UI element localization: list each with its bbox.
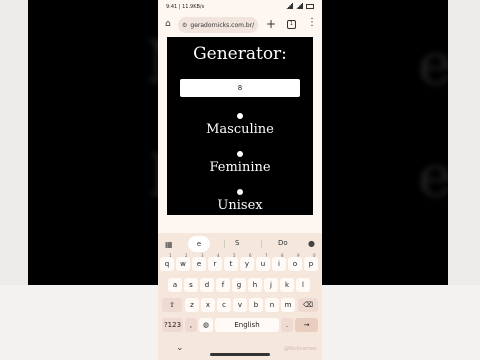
key-e[interactable]: e <box>192 257 206 271</box>
battery-icon <box>306 3 314 9</box>
key-b[interactable]: b <box>249 298 263 312</box>
shift-key[interactable]: ⇧ <box>162 298 182 312</box>
number-hint: 1 <box>169 253 172 258</box>
tab-switcher-icon[interactable]: 1 <box>287 20 296 29</box>
apps-grid-icon[interactable]: ▦ <box>165 240 173 249</box>
key-j[interactable]: j <box>264 278 278 292</box>
key-h[interactable]: h <box>248 278 262 292</box>
globe-key[interactable]: ◍ <box>199 318 213 332</box>
bullet-icon <box>237 113 243 119</box>
number-hint: 8 <box>281 253 284 258</box>
option-unisex[interactable]: Unisex <box>167 189 313 215</box>
key-m[interactable]: m <box>281 298 295 312</box>
key-row-2: asdfghjkl <box>158 278 322 295</box>
web-content: Generator: 8 Masculine Feminine Unisex <box>167 37 313 215</box>
key-z[interactable]: z <box>185 298 199 312</box>
key-row-1: q1w2e3r4t5y6u7i8o9p0 <box>158 253 322 274</box>
phone-screen: 9:41 | 11.9KB/s ⌂ ⚙ geradornicks.com.br/… <box>158 0 322 360</box>
key-a[interactable]: a <box>168 278 182 292</box>
url-text: geradornicks.com.br/ <box>190 21 255 29</box>
key-f[interactable]: f <box>216 278 230 292</box>
system-nav-bar: ⌄ @Nicknames <box>158 341 322 360</box>
symbols-key[interactable]: ?123 <box>162 318 183 332</box>
comma-key[interactable]: , <box>185 318 197 332</box>
generator-input[interactable]: 8 <box>180 79 300 97</box>
number-hint: 0 <box>313 253 316 258</box>
option-label: Feminine <box>209 160 271 175</box>
key-s[interactable]: s <box>184 278 198 292</box>
suggestion-1[interactable]: e <box>188 236 210 252</box>
key-c[interactable]: c <box>217 298 231 312</box>
status-time: 9:41 | 11.9KB/s <box>166 4 205 10</box>
suggestion-divider <box>261 240 262 248</box>
site-settings-icon[interactable]: ⚙ <box>182 22 187 29</box>
chevron-down-icon[interactable]: ⌄ <box>176 343 184 353</box>
number-hint: 4 <box>217 253 220 258</box>
bullet-icon <box>237 151 243 157</box>
home-icon[interactable]: ⌂ <box>165 20 174 29</box>
page-title: Generator: <box>193 44 287 64</box>
browser-toolbar: ⌂ ⚙ geradornicks.com.br/ + 1 ⋮ <box>158 14 322 36</box>
number-hint: 2 <box>185 253 188 258</box>
suggestion-2[interactable]: S <box>235 239 239 247</box>
gender-options: Masculine Feminine Unisex <box>167 113 313 215</box>
enter-key[interactable]: → <box>295 318 318 332</box>
backspace-key[interactable]: ⌫ <box>298 298 318 312</box>
option-feminine[interactable]: Feminine <box>167 151 313 189</box>
number-hint: 3 <box>201 253 204 258</box>
key-row-3: ⇧ ⌫ zxcvbnm <box>158 298 322 315</box>
space-key[interactable]: English <box>215 318 279 332</box>
period-key[interactable]: . <box>281 318 293 332</box>
key-p[interactable]: p <box>304 257 318 271</box>
key-o[interactable]: o <box>288 257 302 271</box>
status-icons <box>286 3 314 9</box>
suggestion-divider <box>224 240 225 248</box>
option-masculine[interactable]: Masculine <box>167 113 313 151</box>
key-y[interactable]: y <box>240 257 254 271</box>
more-menu-icon[interactable]: ⋮ <box>307 17 317 28</box>
home-gesture-bar[interactable] <box>210 353 270 356</box>
key-g[interactable]: g <box>232 278 246 292</box>
key-t[interactable]: t <box>224 257 238 271</box>
suggestion-3[interactable]: Do <box>278 239 288 247</box>
key-d[interactable]: d <box>200 278 214 292</box>
key-n[interactable]: n <box>265 298 279 312</box>
key-q[interactable]: q <box>160 257 174 271</box>
key-i[interactable]: i <box>272 257 286 271</box>
number-hint: 6 <box>249 253 252 258</box>
new-tab-icon[interactable]: + <box>266 17 276 31</box>
number-hint: 5 <box>233 253 236 258</box>
option-label: Unisex <box>217 198 263 213</box>
bullet-icon <box>237 189 243 195</box>
key-w[interactable]: w <box>176 257 190 271</box>
status-bar: 9:41 | 11.9KB/s <box>158 0 322 14</box>
key-k[interactable]: k <box>280 278 294 292</box>
background-text: e <box>418 142 448 210</box>
key-v[interactable]: v <box>233 298 247 312</box>
wifi-icon <box>296 3 303 9</box>
background-text: e <box>418 30 448 98</box>
key-x[interactable]: x <box>201 298 215 312</box>
microphone-icon[interactable]: ● <box>308 239 315 248</box>
address-bar[interactable]: ⚙ geradornicks.com.br/ <box>178 17 258 33</box>
key-l[interactable]: l <box>296 278 310 292</box>
suggestion-strip: ▦ e S Do ● <box>158 233 322 253</box>
number-hint: 9 <box>297 253 300 258</box>
watermark: @Nicknames <box>284 346 317 352</box>
key-row-4: ?123 , ◍ English . → <box>158 318 322 335</box>
signal-icon <box>286 3 293 9</box>
key-u[interactable]: u <box>256 257 270 271</box>
option-label: Masculine <box>206 122 274 137</box>
key-r[interactable]: r <box>208 257 222 271</box>
number-hint: 7 <box>265 253 268 258</box>
